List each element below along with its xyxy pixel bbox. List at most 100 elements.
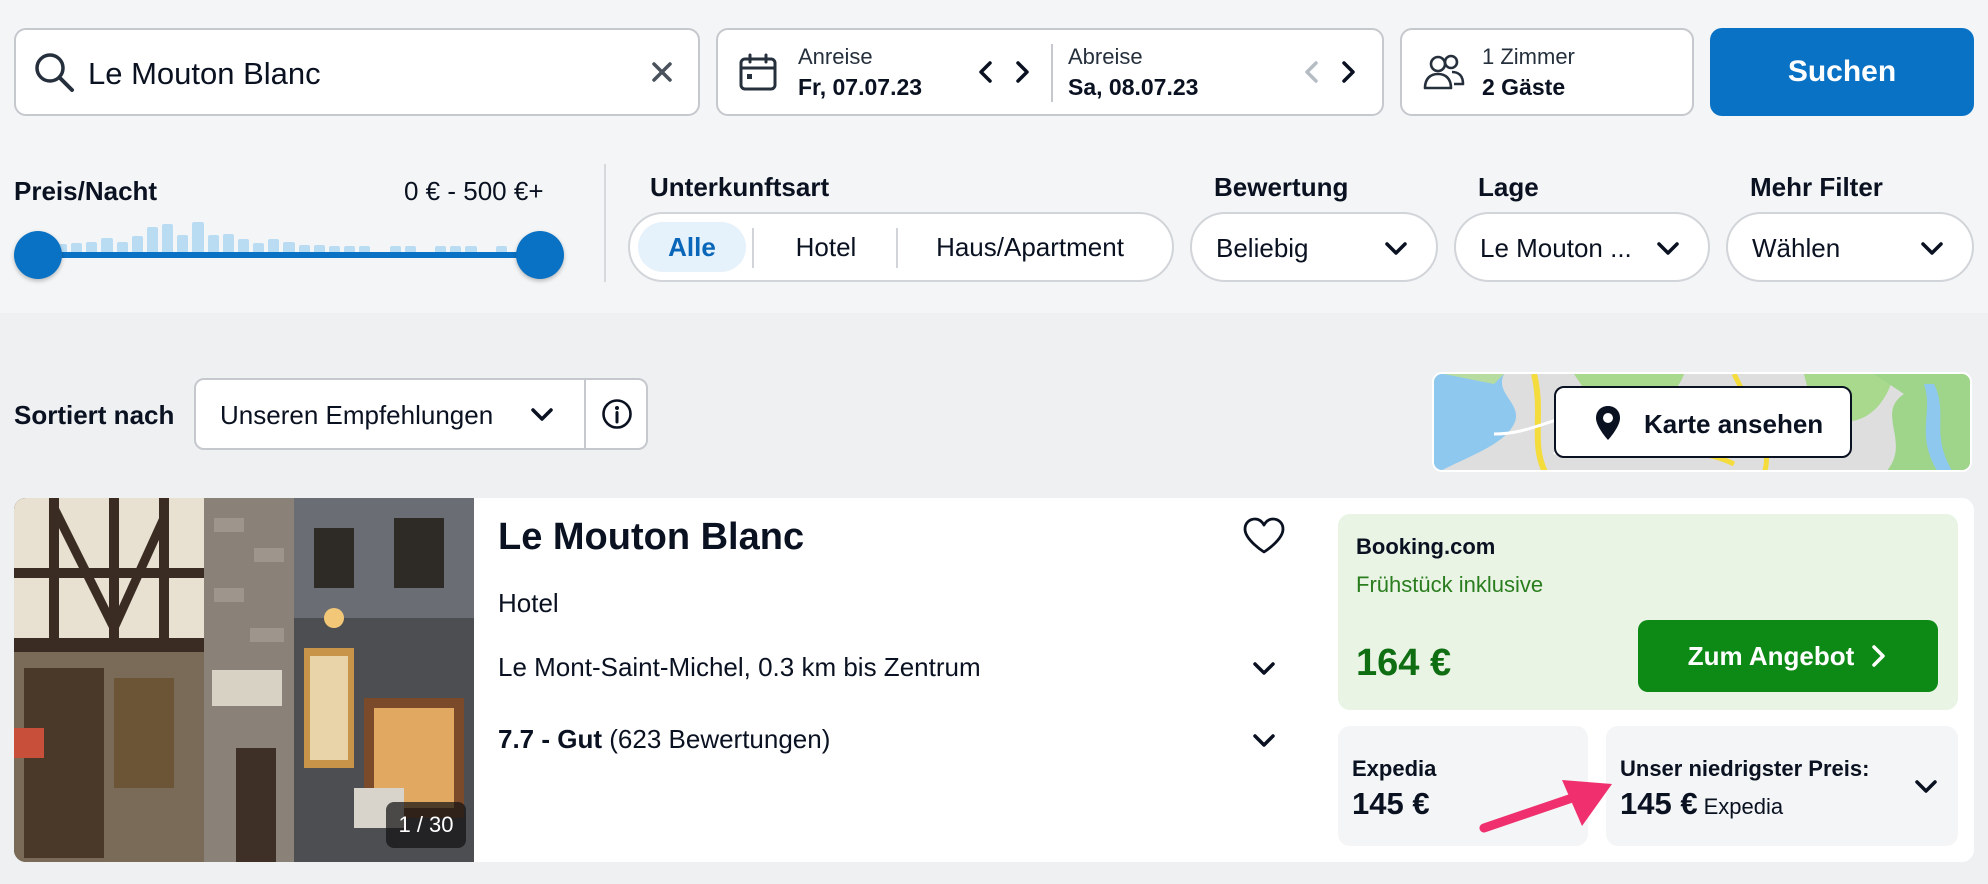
price-histogram-bar <box>283 241 295 252</box>
type-option-all[interactable]: Alle <box>638 222 746 272</box>
annotation-arrow-icon <box>1479 780 1612 833</box>
deal-note: Frühstück inklusive <box>1356 572 1544 597</box>
rating-score: 7.7 - Gut <box>498 724 603 754</box>
price-histogram-bar <box>162 224 174 252</box>
filter-divider <box>604 164 606 282</box>
map-view-button[interactable]: Karte ansehen <box>1554 386 1852 458</box>
checkin-prev-icon[interactable] <box>972 58 1000 86</box>
rooms-count: 1 Zimmer <box>1482 44 1575 69</box>
type-separator <box>896 228 898 268</box>
location-filter-label: Lage <box>1478 172 1539 202</box>
lowest-price-source: Expedia <box>1703 794 1784 819</box>
view-deal-label: Zum Angebot <box>1687 640 1855 671</box>
type-filter-label: Unterkunftsart <box>650 172 830 202</box>
sort-separator <box>584 380 586 448</box>
rating-count: (623 Bewertungen) <box>609 724 831 754</box>
price-histogram-bar <box>268 239 280 252</box>
price-histogram <box>56 206 526 252</box>
hotel-name[interactable]: Le Mouton Blanc <box>498 516 804 559</box>
price-histogram-bar <box>177 234 189 252</box>
price-histogram-bar <box>192 221 204 252</box>
checkin-label: Anreise <box>798 44 873 69</box>
chevron-down-icon <box>1385 242 1407 255</box>
search-query[interactable]: Le Mouton Blanc <box>88 56 321 92</box>
guest-selector[interactable]: 1 Zimmer 2 Gäste <box>1400 28 1694 116</box>
location-dropdown-value: Le Mouton ... <box>1480 233 1632 263</box>
info-icon[interactable] <box>601 398 633 430</box>
more-filters-value: Wählen <box>1752 233 1841 263</box>
calendar-icon <box>739 53 777 91</box>
search-icon <box>35 53 74 92</box>
main-deal[interactable]: Booking.com Frühstück inklusive 164 € Zu… <box>1338 514 1958 710</box>
map-view-label: Karte ansehen <box>1644 409 1824 439</box>
lowest-price-label: Unser niedrigster Preis: <box>1620 756 1870 781</box>
filter-bar: Le Mouton Blanc Anreise Fr, 07.07.23 Abr… <box>0 0 1988 313</box>
hotel-photo[interactable]: 1 / 30 <box>14 498 474 862</box>
type-separator <box>752 228 754 268</box>
alt-deal-price: 145 € <box>1352 786 1430 821</box>
chevron-down-icon[interactable] <box>1250 654 1278 682</box>
price-histogram-bar <box>237 239 250 252</box>
search-button[interactable]: Suchen <box>1710 28 1974 116</box>
chevron-down-icon[interactable] <box>1912 772 1940 800</box>
sort-dropdown[interactable]: Unseren Empfehlungen <box>194 378 648 450</box>
hotel-card: 1 / 30 Le Mouton Blanc Hotel Le Mont-Sai… <box>14 498 1974 862</box>
rating-filter-label: Bewertung <box>1214 172 1349 202</box>
checkout-prev-icon[interactable] <box>1298 58 1326 86</box>
price-slider-track[interactable] <box>38 252 540 258</box>
sort-label: Sortiert nach <box>14 400 175 430</box>
price-range-value: 0 € - 500 €+ <box>404 176 544 206</box>
deal-price: 164 € <box>1356 642 1452 684</box>
type-option-hotel[interactable]: Hotel <box>758 222 894 272</box>
rating-dropdown[interactable]: Beliebig <box>1190 212 1438 282</box>
chevron-down-icon <box>531 408 553 421</box>
price-histogram-bar <box>207 235 219 252</box>
chevron-down-icon[interactable] <box>1250 726 1278 754</box>
sort-value: Unseren Empfehlungen <box>220 400 494 430</box>
price-histogram-bar <box>313 244 325 252</box>
date-divider <box>1051 44 1053 102</box>
photo-counter: 1 / 30 <box>386 802 466 848</box>
price-histogram-bar <box>222 233 234 252</box>
more-filters-dropdown[interactable]: Wählen <box>1726 212 1974 282</box>
price-histogram-bar <box>131 235 143 252</box>
lowest-price-value: 145 € Expedia <box>1620 786 1783 822</box>
price-histogram-bar <box>253 242 265 252</box>
view-deal-button[interactable]: Zum Angebot <box>1638 620 1938 692</box>
heart-icon[interactable] <box>1242 516 1286 556</box>
checkout-next-icon[interactable] <box>1334 58 1362 86</box>
search-input[interactable]: Le Mouton Blanc <box>14 28 700 116</box>
hotel-location: Le Mont-Saint-Michel, 0.3 km bis Zentrum <box>498 652 981 682</box>
checkout-label: Abreise <box>1068 44 1143 69</box>
chevron-down-icon <box>1657 242 1679 255</box>
lowest-price-box[interactable]: Unser niedrigster Preis: 145 € Expedia <box>1606 726 1958 846</box>
chevron-down-icon <box>1921 242 1943 255</box>
lowest-price-amount: 145 € <box>1620 786 1698 821</box>
price-histogram-bar <box>146 226 159 252</box>
price-slider-min-handle[interactable] <box>14 231 62 279</box>
alt-deal-provider: Expedia <box>1352 756 1437 781</box>
deal-provider: Booking.com <box>1356 534 1496 559</box>
date-picker[interactable]: Anreise Fr, 07.07.23 Abreise Sa, 08.07.2… <box>716 28 1384 116</box>
people-icon <box>1423 54 1465 90</box>
hotel-type: Hotel <box>498 588 559 618</box>
price-histogram-bar <box>116 241 128 252</box>
rating-dropdown-value: Beliebig <box>1216 233 1309 263</box>
price-slider-max-handle[interactable] <box>516 231 564 279</box>
guests-count: 2 Gäste <box>1482 74 1566 100</box>
type-option-apartment[interactable]: Haus/Apartment <box>902 222 1158 272</box>
checkin-value[interactable]: Fr, 07.07.23 <box>798 74 922 101</box>
chevron-right-icon <box>1872 645 1886 667</box>
checkout-value[interactable]: Sa, 08.07.23 <box>1068 74 1198 101</box>
price-histogram-bar <box>298 244 310 252</box>
more-filters-label: Mehr Filter <box>1750 172 1883 202</box>
location-pin-icon <box>1596 406 1620 440</box>
price-filter-label: Preis/Nacht <box>14 176 158 206</box>
type-filter: Alle Hotel Haus/Apartment <box>628 212 1174 282</box>
checkin-next-icon[interactable] <box>1008 58 1036 86</box>
location-dropdown[interactable]: Le Mouton ... <box>1454 212 1710 282</box>
hotel-rating: 7.7 - Gut (623 Bewertungen) <box>498 724 830 755</box>
price-histogram-bar <box>86 241 98 252</box>
price-histogram-bar <box>71 242 83 252</box>
close-icon[interactable] <box>640 50 684 94</box>
